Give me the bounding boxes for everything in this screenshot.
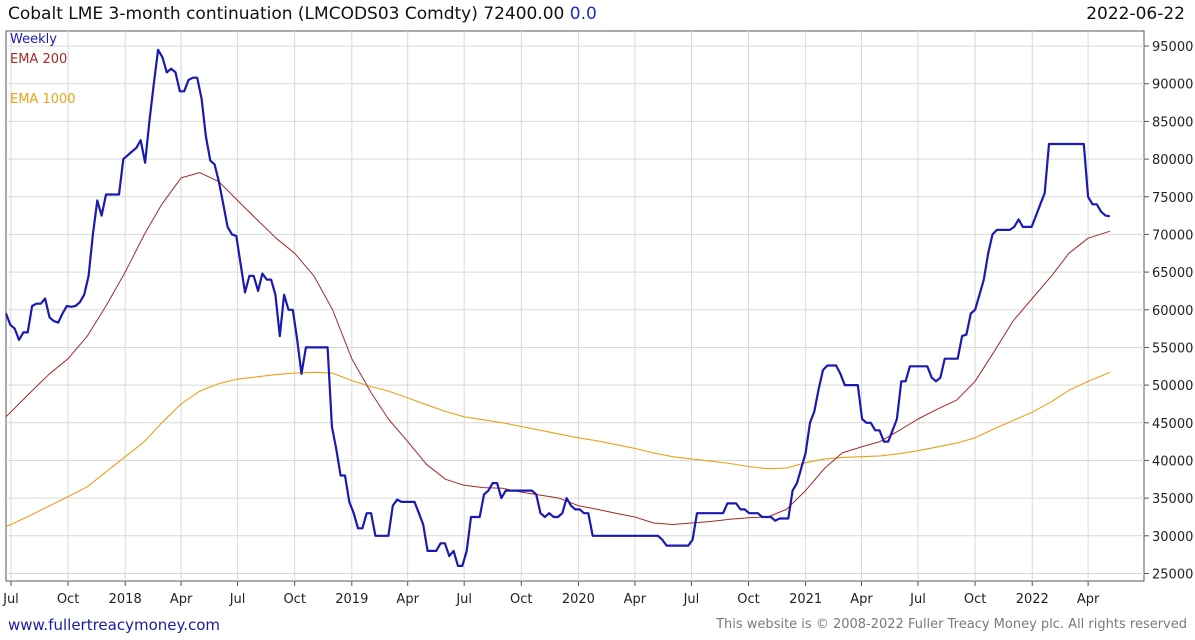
x-tick-label-16: Jul [909, 592, 926, 607]
x-tick-label-10: 2020 [562, 592, 595, 607]
x-tick-label-3: Apr [170, 592, 193, 607]
y-tick-label-4: 45000 [1152, 417, 1193, 432]
x-tick-label-1: Oct [57, 592, 79, 607]
y-tick-label-7: 60000 [1152, 304, 1193, 319]
x-tick-label-9: Oct [510, 592, 532, 607]
y-tick-label-13: 90000 [1152, 78, 1193, 93]
x-tick-label-13: Oct [737, 592, 759, 607]
y-tick-label-6: 55000 [1152, 341, 1193, 356]
y-tick-label-3: 40000 [1152, 454, 1193, 469]
y-tick-label-14: 95000 [1152, 40, 1193, 55]
x-tick-label-0: Jul [2, 592, 19, 607]
legend-weekly: Weekly [10, 32, 57, 47]
x-tick-label-15: Apr [850, 592, 873, 607]
x-tick-label-19: Apr [1077, 592, 1100, 607]
y-tick-label-5: 50000 [1152, 379, 1193, 394]
x-tick-label-4: Jul [229, 592, 246, 607]
x-axis: Jul Oct 2018 Apr Jul Oct 2019 Apr Jul Oct 2020 Apr J… [2, 581, 1100, 607]
y-tick-label-12: 85000 [1152, 115, 1193, 130]
y-tick-label-10: 75000 [1152, 191, 1193, 206]
x-tick-label-8: Jul [455, 592, 472, 607]
x-tick-label-14: 2021 [789, 592, 822, 607]
y-tick-label-9: 70000 [1152, 228, 1193, 243]
x-tick-label-7: Apr [396, 592, 419, 607]
y-tick-label-2: 35000 [1152, 492, 1193, 507]
x-tick-label-18: 2022 [1016, 592, 1049, 607]
x-tick-label-17: Oct [964, 592, 986, 607]
copyright-notice: This website is © 2008-2022 Fuller Treac… [716, 617, 1187, 632]
x-tick-label-5: Oct [283, 592, 305, 607]
chart-area: 25000 30000 35000 40000 45000 50000 55000 60000… [2, 30, 1193, 607]
website-link[interactable]: www.fullertreacymoney.com [8, 616, 220, 634]
x-tick-label-11: Apr [624, 592, 647, 607]
x-tick-label-6: 2019 [335, 592, 368, 607]
x-tick-label-12: Jul [683, 592, 700, 607]
y-tick-label-1: 30000 [1152, 530, 1193, 545]
y-tick-label-8: 65000 [1152, 266, 1193, 281]
y-tick-label-0: 25000 [1152, 567, 1193, 582]
legend-ema200: EMA 200 [10, 52, 68, 67]
legend-ema1000: EMA 1000 [10, 92, 76, 107]
y-tick-label-11: 80000 [1152, 153, 1193, 168]
y-axis: 25000 30000 35000 40000 45000 50000 55000 60000… [1144, 40, 1193, 582]
x-tick-label-2: 2018 [109, 592, 142, 607]
